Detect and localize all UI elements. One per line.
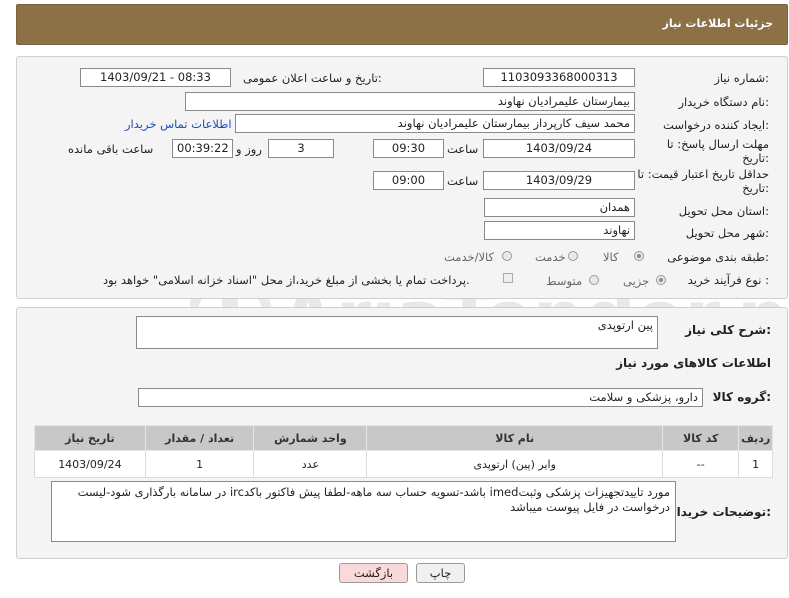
cell-row: 1 (738, 450, 773, 478)
price-validity-label-line1: حداقل تاریخ اعتبار قیمت: تا (637, 167, 769, 181)
city-label: شهر محل تحویل: (685, 226, 769, 240)
goods-group-field: دارو، پزشکی و سلامت (138, 388, 703, 407)
deadline-time-field: 09:30 (373, 139, 444, 158)
category-option-goods: کالا (603, 250, 619, 264)
price-validity-label-line2: تاریخ: (742, 181, 769, 195)
days-field: 3 (268, 139, 334, 158)
process-option-minor: جزیی (623, 274, 650, 288)
category-radio-goods[interactable] (634, 251, 644, 261)
buyer-notes-field: مورد تاییدتجهیزات پزشکی وثبتimed باشد-تس… (51, 481, 676, 542)
buyer-notes-label: توضیحات خریدار: (669, 505, 771, 519)
col-header-date: تاریخ نیاز (34, 425, 146, 451)
process-type-label: نوع فرآیند خرید : (687, 273, 769, 287)
col-header-name: نام کالا (366, 425, 664, 451)
goods-info-title: اطلاعات کالاهای مورد نیاز (616, 356, 771, 370)
col-header-code: کد کالا (662, 425, 740, 451)
category-radio-goods-service[interactable] (502, 251, 512, 261)
category-option-service: خدمت (535, 250, 566, 264)
goods-table: ردیف کد کالا نام کالا واحد شمارش تعداد /… (34, 425, 773, 478)
cell-name: وایر (پین) ارتوپدی (366, 450, 664, 478)
category-label: طبقه بندی موضوعی: (667, 250, 769, 264)
deadline-label-line1: مهلت ارسال پاسخ: تا (666, 137, 769, 151)
print-button[interactable]: چاپ (416, 563, 465, 583)
deadline-time-label: ساعت (447, 142, 479, 156)
days-label: روز و (236, 142, 262, 156)
col-header-row: ردیف (738, 425, 773, 451)
page-title: جزئیات اطلاعات نیاز (662, 17, 774, 30)
need-number-field: 1103093368000313 (483, 68, 635, 87)
goods-group-label: گروه کالا: (712, 390, 771, 404)
category-radio-service[interactable] (568, 251, 578, 261)
table-row: 1 -- وایر (پین) ارتوپدی عدد 1 1403/09/24 (34, 450, 773, 478)
process-radio-medium[interactable] (589, 275, 599, 285)
category-option-goods-service: کالا/خدمت (444, 250, 495, 264)
deadline-label-line2: تاریخ: (742, 151, 769, 165)
remaining-time-field: 00:39:22 (172, 139, 233, 158)
back-button[interactable]: بازگشت (339, 563, 408, 583)
price-time-field: 09:00 (373, 171, 444, 190)
cell-code: -- (662, 450, 740, 478)
cell-date: 1403/09/24 (34, 450, 146, 478)
process-option-medium: متوسط (546, 274, 583, 288)
col-header-qty: تعداد / مقدار (144, 425, 255, 451)
price-date-field: 1403/09/29 (483, 171, 635, 190)
province-field: همدان (484, 198, 635, 217)
announce-field: 1403/09/21 - 08:33 (80, 68, 231, 87)
creator-label: ایجاد کننده درخواست: (663, 118, 769, 132)
cell-qty: 1 (144, 450, 255, 478)
city-field: نهاوند (484, 221, 635, 240)
deadline-date-field: 1403/09/24 (483, 139, 635, 158)
remaining-label: ساعت باقی مانده (68, 142, 154, 156)
page-header: جزئیات اطلاعات نیاز (16, 4, 788, 45)
announce-label: تاریخ و ساعت اعلان عمومی: (243, 71, 382, 85)
treasury-payment-note: پرداخت تمام یا بخشی از مبلغ خرید،از محل … (103, 273, 470, 287)
price-time-label: ساعت (447, 174, 479, 188)
summary-field: پین ارتوپدی (136, 316, 658, 349)
creator-field: محمد سیف کارپرداز بیمارستان علیمرادیان ن… (235, 114, 635, 133)
buyer-org-label: نام دستگاه خریدار: (678, 95, 769, 109)
treasury-payment-checkbox[interactable] (503, 273, 513, 283)
process-radio-minor[interactable] (656, 275, 666, 285)
buyer-contact-link[interactable]: اطلاعات تماس خریدار (125, 117, 232, 131)
cell-unit: عدد (253, 450, 368, 478)
need-number-label: شماره نیاز: (714, 71, 769, 85)
summary-label: شرح کلی نیاز: (685, 323, 771, 337)
col-header-unit: واحد شمارش (253, 425, 368, 451)
buyer-org-field: بیمارستان علیمرادیان نهاوند (185, 92, 635, 111)
province-label: استان محل تحویل: (678, 204, 769, 218)
